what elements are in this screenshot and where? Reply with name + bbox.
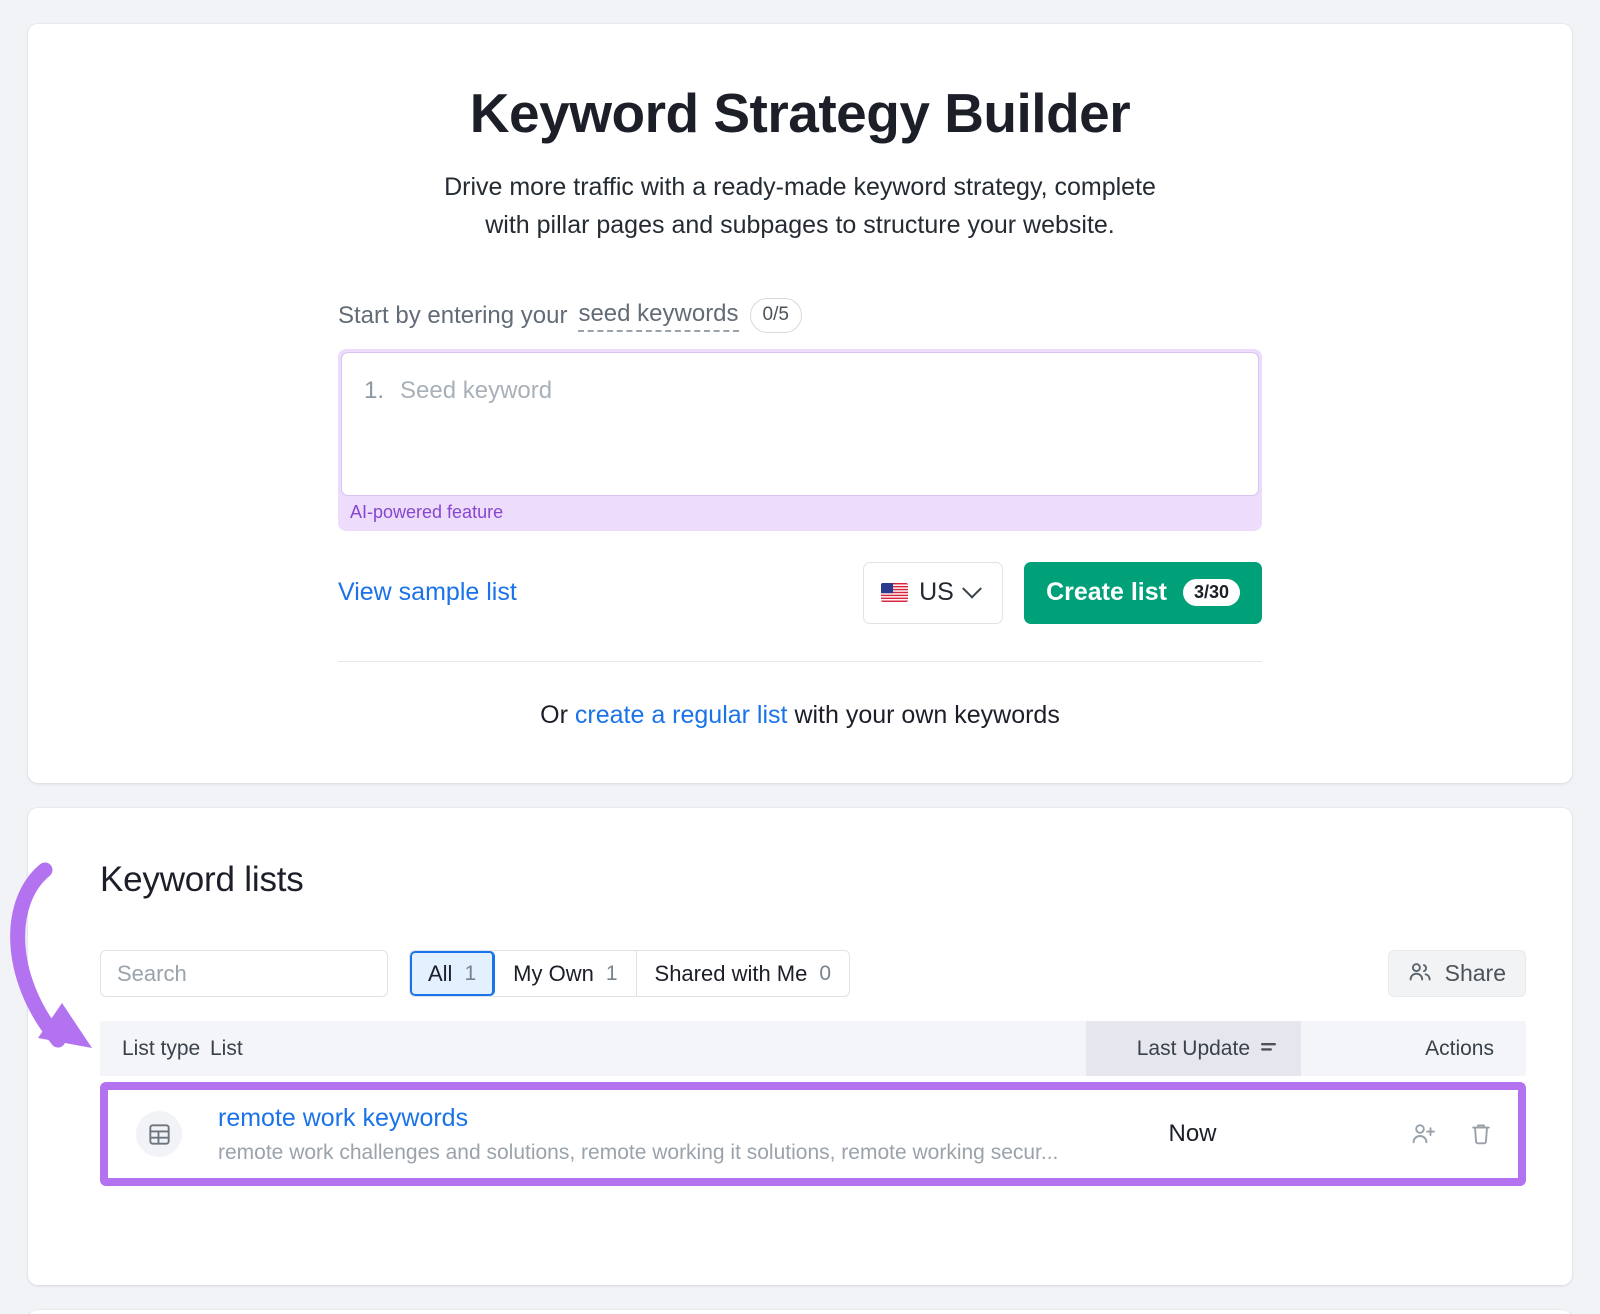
chevron-down-icon <box>962 579 982 599</box>
column-header-last-update-label: Last Update <box>1137 1037 1250 1061</box>
us-flag-icon <box>881 583 908 602</box>
cell-actions <box>1300 1122 1518 1146</box>
table-row[interactable]: remote work keywords remote work challen… <box>108 1090 1518 1178</box>
seed-keywords-block: Start by entering your seed keywords 0/5… <box>338 298 1262 531</box>
seed-label-prefix: Start by entering your <box>338 302 567 330</box>
seed-count-badge: 0/5 <box>750 298 802 333</box>
create-list-quota-badge: 3/30 <box>1183 579 1240 606</box>
ai-powered-feature-note: AI-powered feature <box>341 496 1259 531</box>
keyword-strategy-builder-card: Keyword Strategy Builder Drive more traf… <box>28 24 1572 783</box>
next-card-partial <box>28 1310 1572 1314</box>
column-header-list-type: List type <box>100 1037 210 1061</box>
search-box <box>100 950 388 997</box>
cell-list: remote work keywords remote work challen… <box>210 1103 1085 1165</box>
column-header-actions: Actions <box>1301 1037 1526 1061</box>
country-selector[interactable]: US <box>863 562 1003 624</box>
column-header-last-update[interactable]: Last Update <box>1086 1021 1301 1076</box>
trash-icon[interactable] <box>1470 1122 1492 1146</box>
create-regular-list-link[interactable]: create a regular list <box>575 701 788 729</box>
tab-shared-with-me-label: Shared with Me <box>655 961 808 987</box>
tab-all[interactable]: All 1 <box>410 951 495 996</box>
list-filter-tabs: All 1 My Own 1 Shared with Me 0 <box>409 950 850 997</box>
seed-item-number: 1. <box>364 377 384 405</box>
table-grid-icon <box>136 1111 182 1157</box>
tab-my-own[interactable]: My Own 1 <box>495 951 636 996</box>
tab-my-own-count: 1 <box>606 962 618 986</box>
country-selector-label: US <box>919 578 954 607</box>
hero-section: Keyword Strategy Builder Drive more traf… <box>28 24 1572 244</box>
seed-keywords-tooltip-link[interactable]: seed keywords <box>578 300 738 332</box>
sort-descending-icon <box>1260 1037 1277 1061</box>
tab-my-own-label: My Own <box>513 961 594 987</box>
regular-list-line: Or create a regular list with your own k… <box>28 701 1572 730</box>
ai-feature-wrapper: 1. Seed keyword AI-powered feature <box>338 349 1262 531</box>
page-root: Keyword Strategy Builder Drive more traf… <box>0 0 1600 1314</box>
add-person-icon[interactable] <box>1411 1122 1437 1146</box>
list-name-link[interactable]: remote work keywords <box>218 1103 1085 1134</box>
column-header-list: List <box>210 1037 1086 1061</box>
keyword-lists-title: Keyword lists <box>100 860 1526 900</box>
keyword-lists-toolbar: All 1 My Own 1 Shared with Me 0 <box>100 950 1526 997</box>
seed-keyword-placeholder: Seed keyword <box>400 377 552 405</box>
subtitle-line-1: Drive more traffic with a ready-made key… <box>444 173 1156 201</box>
keyword-lists-table: List type List Last Update Actions <box>100 1021 1526 1186</box>
page-title: Keyword Strategy Builder <box>28 84 1572 143</box>
keyword-lists-inner: Keyword lists All <box>28 808 1572 1186</box>
people-icon <box>1408 961 1432 986</box>
builder-actions-row: View sample list <box>338 562 1262 624</box>
regular-prefix: Or <box>540 701 575 729</box>
table-header-row: List type List Last Update Actions <box>100 1021 1526 1076</box>
regular-suffix: with your own keywords <box>788 701 1060 729</box>
tab-shared-with-me-count: 0 <box>819 962 831 986</box>
section-divider <box>338 661 1262 662</box>
actions-right-group: US Create list 3/30 <box>863 562 1262 624</box>
highlighted-row-outline: remote work keywords remote work challen… <box>100 1082 1526 1186</box>
share-button[interactable]: Share <box>1388 950 1526 997</box>
cell-list-type <box>108 1111 210 1157</box>
view-sample-list-link[interactable]: View sample list <box>338 578 517 607</box>
cell-last-update: Now <box>1085 1120 1300 1148</box>
seed-keyword-input[interactable]: 1. Seed keyword <box>341 352 1259 496</box>
create-list-button[interactable]: Create list 3/30 <box>1024 562 1262 624</box>
keyword-lists-card: Keyword lists All <box>28 808 1572 1285</box>
subtitle-line-2: with pillar pages and subpages to struct… <box>485 211 1115 239</box>
tab-shared-with-me[interactable]: Shared with Me 0 <box>637 951 850 996</box>
seed-keywords-label: Start by entering your seed keywords 0/5 <box>338 298 1262 333</box>
list-description: remote work challenges and solutions, re… <box>218 1141 1085 1165</box>
tab-all-count: 1 <box>464 962 476 986</box>
create-list-label: Create list <box>1046 578 1167 607</box>
share-button-label: Share <box>1445 960 1506 987</box>
tab-all-label: All <box>428 961 452 987</box>
search-input[interactable] <box>101 951 388 996</box>
page-subtitle: Drive more traffic with a ready-made key… <box>28 169 1572 244</box>
